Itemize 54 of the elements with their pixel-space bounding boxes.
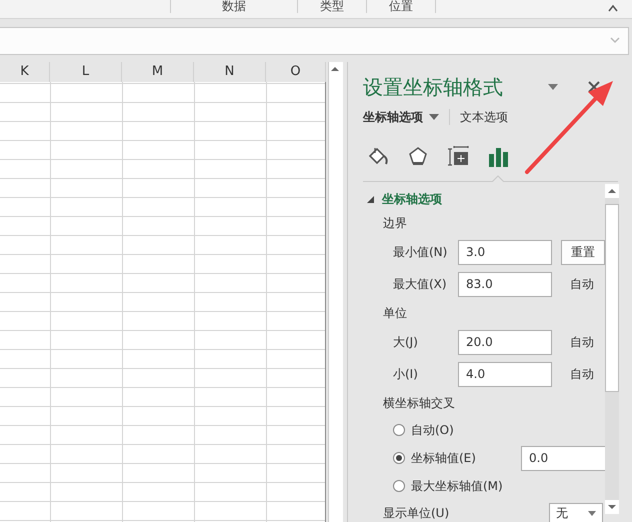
scrollbar[interactable] [605, 184, 619, 514]
input-field[interactable]: 3.0 [458, 240, 552, 264]
icon-tab[interactable] [367, 145, 389, 167]
column-header[interactable]: L [82, 64, 90, 79]
column-header[interactable]: K [20, 64, 29, 79]
radio-button[interactable] [393, 424, 405, 436]
ribbon-group-label: 位置 [389, 0, 413, 13]
reset-button[interactable]: 重置 [561, 240, 605, 264]
collapse-triangle-icon[interactable] [367, 196, 374, 202]
caret-icon [588, 510, 596, 516]
radio-label: 最大坐标轴值(M) [411, 478, 503, 492]
close-icon[interactable] [588, 81, 600, 93]
caret-icon [429, 114, 439, 120]
field-label: 最小值(N) [393, 244, 448, 258]
ribbon-group-label: 数据 [222, 0, 246, 13]
input-field[interactable]: 0.0 [521, 446, 605, 470]
icon-tab[interactable] [487, 145, 509, 167]
pentagon-icon [409, 147, 427, 165]
cell-grid[interactable] [0, 82, 326, 522]
icon-tab[interactable] [407, 145, 429, 167]
field-label: 显示单位(U) [383, 506, 450, 520]
input-field[interactable]: 83.0 [458, 272, 552, 296]
auto-label: 自动 [570, 366, 594, 382]
icon-tab[interactable] [447, 145, 469, 167]
radio-button[interactable] [393, 452, 405, 464]
dropdown[interactable]: 无 [549, 503, 603, 522]
size-icon [447, 145, 469, 166]
tab[interactable]: 坐标轴选项 [363, 108, 439, 126]
column-header[interactable]: M [152, 64, 164, 79]
auto-label: 自动 [570, 334, 594, 350]
section-title[interactable]: 坐标轴选项 [382, 190, 442, 208]
field-label: 小(I) [393, 366, 418, 380]
radio-button[interactable] [393, 480, 405, 492]
tab[interactable]: 文本选项 [460, 108, 508, 126]
radio-label: 坐标轴值(E) [411, 450, 476, 464]
column-header[interactable]: O [290, 64, 301, 79]
input-field[interactable]: 20.0 [458, 330, 552, 354]
paint-bucket-icon [368, 148, 388, 164]
dropdown-icon[interactable] [548, 84, 558, 90]
ribbon-group-label: 类型 [320, 0, 344, 13]
radio-label: 自动(O) [411, 422, 454, 436]
scroll-down-icon[interactable] [605, 500, 619, 514]
column-header[interactable]: N [224, 64, 234, 79]
field-label: 最大值(X) [393, 276, 447, 290]
field-label: 大(J) [393, 334, 418, 348]
group-label: 边界 [383, 214, 407, 232]
auto-label: 自动 [570, 276, 594, 292]
pane-title: 设置坐标轴格式 [363, 75, 503, 99]
group-label: 横坐标轴交叉 [383, 394, 455, 412]
input-field[interactable]: 4.0 [458, 362, 552, 386]
bar-chart-icon [489, 148, 508, 167]
scroll-up-icon[interactable] [605, 184, 619, 198]
group-label: 单位 [383, 304, 407, 322]
collapse-icon[interactable] [608, 4, 618, 12]
